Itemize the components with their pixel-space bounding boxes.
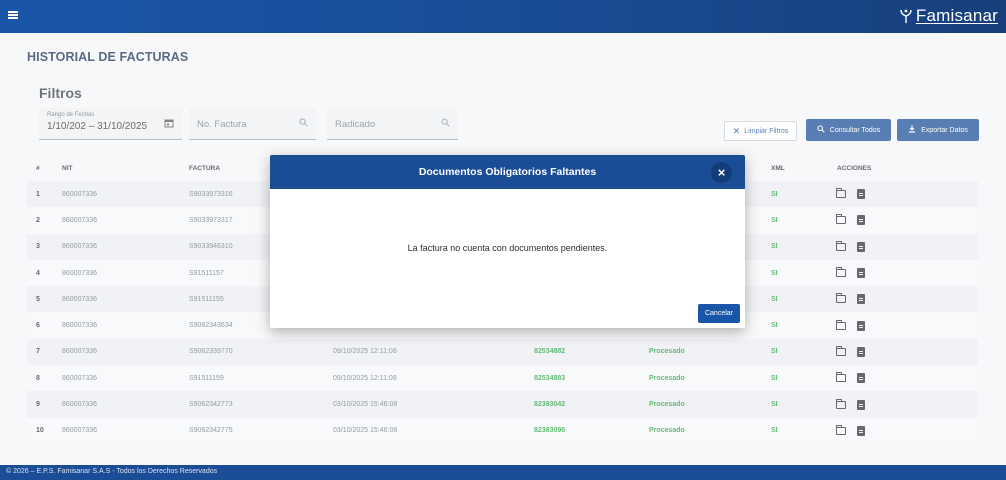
menu-icon[interactable] [8,11,18,19]
logo-mark-icon [900,9,912,23]
close-icon[interactable]: × [711,162,732,183]
top-bar: Famisanar [0,0,1006,33]
footer: © 2026 – E.P.S. Famisanar S.A.S - Todos … [0,465,1006,480]
cancel-button[interactable]: Cancelar [698,304,740,323]
famisanar-logo: Famisanar [899,3,998,29]
modal-title: Documentos Obligatorios Faltantes [418,166,597,178]
footer-text: © 2026 – E.P.S. Famisanar S.A.S - Todos … [6,467,218,475]
missing-documents-modal: Documentos Obligatorios Faltantes × La f… [270,155,745,328]
logo-text: Famisanar [915,6,998,25]
modal-message: La factura no cuenta con documentos pend… [407,243,608,253]
